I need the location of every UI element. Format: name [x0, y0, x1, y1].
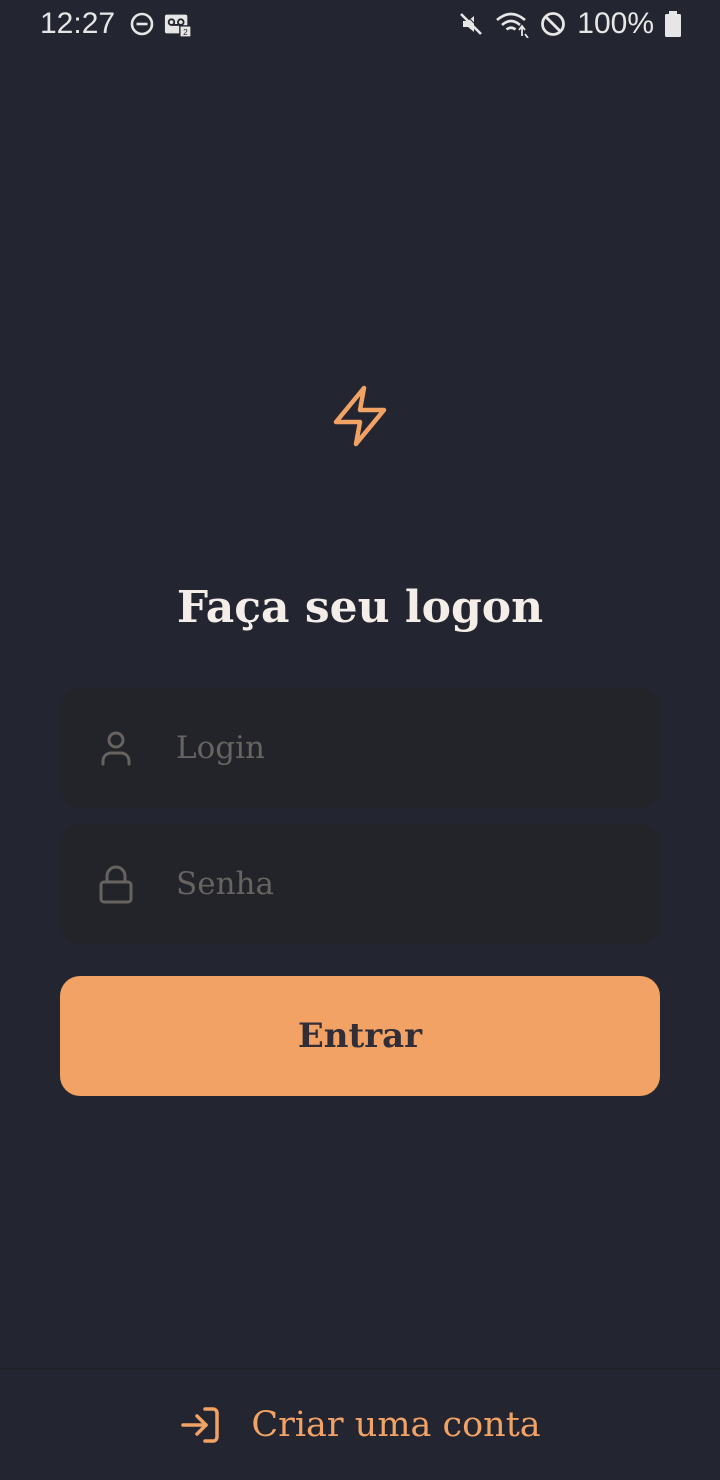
status-right-group: 100% — [457, 6, 682, 42]
page-title: Faça seu logon — [176, 582, 544, 633]
blocked-icon — [541, 12, 566, 36]
mute-icon — [460, 11, 484, 35]
battery-percent: 100% — [577, 7, 654, 40]
submit-button[interactable]: Entrar — [60, 976, 660, 1096]
status-bar: 12:27 2 100% — [0, 0, 720, 50]
dnd-icon — [130, 12, 154, 36]
wifi-icon — [496, 12, 529, 38]
password-input[interactable] — [176, 824, 636, 944]
svg-text:2: 2 — [183, 27, 188, 37]
create-account-link[interactable]: Criar uma conta — [0, 1368, 720, 1480]
login-field[interactable] — [60, 688, 660, 808]
status-time: 12:27 — [40, 7, 116, 40]
log-in-icon — [181, 1407, 220, 1443]
user-icon — [101, 731, 131, 766]
password-field[interactable] — [60, 824, 660, 944]
login-input[interactable] — [176, 688, 636, 808]
battery-icon — [665, 11, 681, 37]
lock-icon — [99, 865, 133, 904]
lightning-icon — [333, 385, 387, 447]
voicemail-icon: 2 — [164, 14, 192, 38]
create-account-label: Criar uma conta — [251, 1405, 541, 1445]
